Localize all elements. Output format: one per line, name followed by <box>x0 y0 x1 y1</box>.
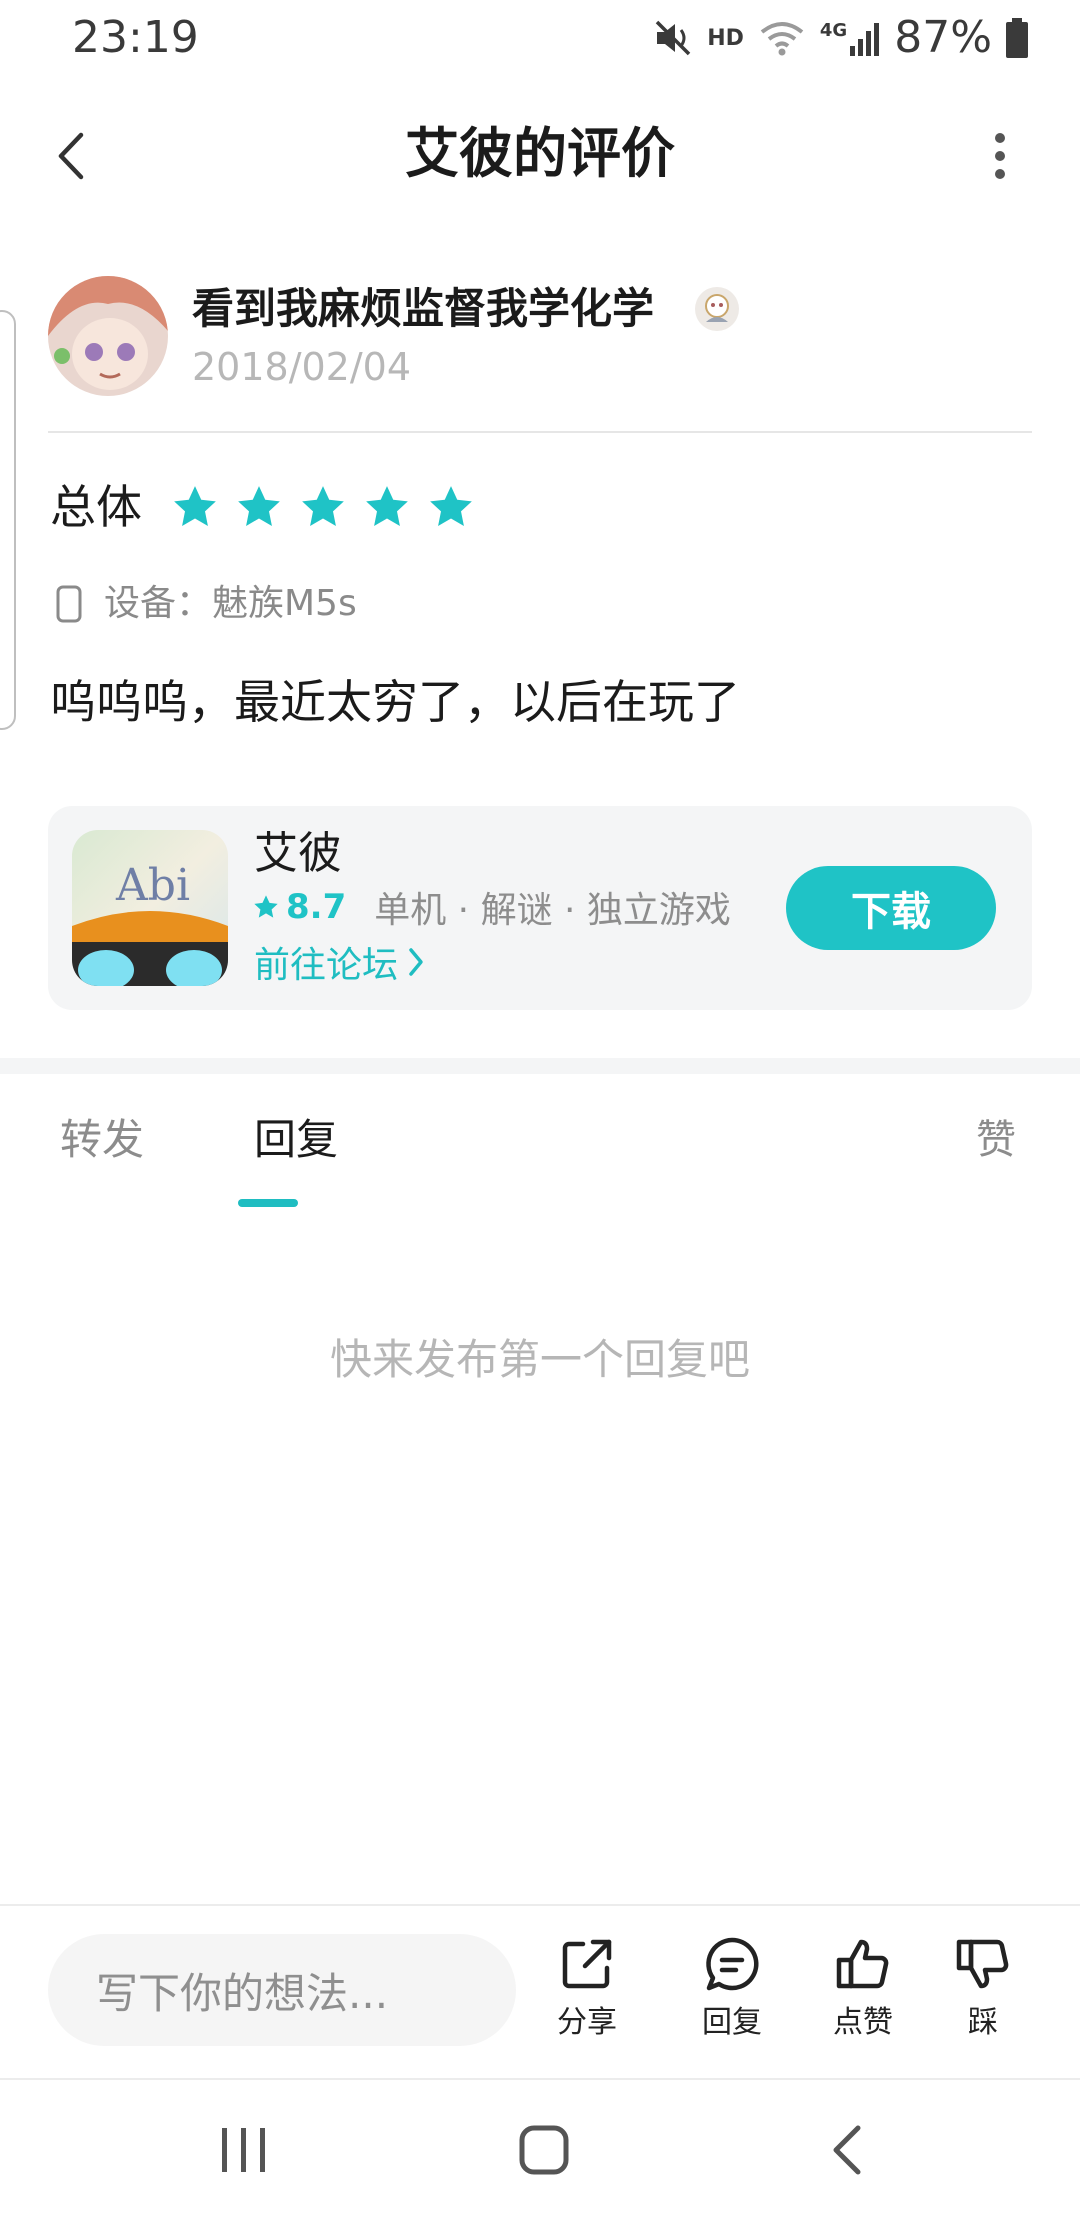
rating-star-icon <box>238 486 280 526</box>
app-score: 8.7 <box>286 887 347 927</box>
thumbs-up-icon <box>836 1939 889 1989</box>
review-date: 2018/02/04 <box>192 345 412 389</box>
phone-icon <box>56 585 82 623</box>
edge-panel-handle[interactable] <box>0 310 16 730</box>
review-text: 呜呜呜，最近太穷了，以后在玩了 <box>50 675 740 729</box>
more-button[interactable] <box>972 120 1028 192</box>
app-meta: 8.7 单机 · 解谜 · 独立游戏 <box>252 882 731 932</box>
rating-star-icon <box>366 486 408 526</box>
section-separator <box>0 1058 1080 1074</box>
reviewer-avatar[interactable] <box>48 276 168 396</box>
system-back-button[interactable] <box>826 2122 866 2178</box>
recents-icon <box>222 2128 265 2172</box>
share-label: 分享 <box>557 2005 617 2040</box>
home-icon <box>519 2125 569 2175</box>
system-back-icon <box>833 2125 861 2175</box>
share-icon <box>562 1939 612 1989</box>
tab-forward[interactable]: 转发 <box>60 1110 144 1170</box>
forum-link-label: 前往论坛 <box>254 945 399 986</box>
app-tags: 单机 · 解谜 · 独立游戏 <box>374 890 731 931</box>
rating-stars <box>170 476 476 538</box>
page-title: 艾彼的评价 <box>405 122 675 185</box>
reply-button[interactable]: 回复 <box>677 1934 787 2054</box>
rating-label: 总体 <box>50 480 142 534</box>
app-icon[interactable]: Abi <box>72 830 228 986</box>
network-label: 4G <box>819 20 848 41</box>
tab-like[interactable]: 赞 <box>976 1110 1016 1170</box>
rating-star-icon <box>302 486 344 526</box>
device-label: 设备：魅族M5s <box>104 583 357 624</box>
battery-percent: 87% <box>894 12 992 63</box>
dislike-button[interactable]: 踩 <box>928 1934 1038 2054</box>
comment-icon <box>706 1937 759 1991</box>
tab-reply[interactable]: 回复 <box>254 1110 338 1170</box>
reply-label: 回复 <box>702 2005 762 2040</box>
download-button[interactable]: 下载 <box>786 866 996 950</box>
device-info: 设备：魅族M5s <box>56 580 357 628</box>
divider <box>48 431 1032 433</box>
bottom-divider <box>0 1904 1080 1906</box>
empty-state-text: 快来发布第一个回复吧 <box>329 1335 750 1384</box>
share-button[interactable]: 分享 <box>532 1934 642 2054</box>
thumbs-down-icon <box>956 1939 1009 1989</box>
recents-button[interactable] <box>218 2126 270 2174</box>
tab-indicator <box>238 1199 298 1207</box>
like-button[interactable]: 点赞 <box>808 1934 918 2054</box>
star-icon <box>254 895 278 918</box>
status-time: 23:19 <box>72 12 199 63</box>
like-label: 点赞 <box>833 2005 893 2040</box>
rating-star-icon <box>174 486 216 526</box>
chevron-right-icon <box>409 948 423 976</box>
more-vertical-icon <box>995 133 1005 179</box>
dislike-label: 踩 <box>968 2005 998 2040</box>
forum-link[interactable]: 前往论坛 <box>254 936 424 988</box>
app-icon-text: Abi <box>115 860 190 911</box>
battery-icon <box>1006 18 1028 58</box>
reviewer-name[interactable]: 看到我麻烦监督我学化学 <box>192 280 654 338</box>
mute-icon <box>653 18 693 58</box>
status-icons: HD 4G 87% <box>653 12 1028 64</box>
rating-star-icon <box>430 486 472 526</box>
comment-input[interactable]: 写下你的想法... <box>48 1934 516 2046</box>
app-name[interactable]: 艾彼 <box>254 826 342 882</box>
hd-icon: HD <box>707 25 744 51</box>
wifi-icon <box>758 18 806 58</box>
home-button[interactable] <box>518 2124 570 2176</box>
user-badge-icon <box>692 284 742 334</box>
4g-signal-icon: 4G <box>820 20 880 56</box>
